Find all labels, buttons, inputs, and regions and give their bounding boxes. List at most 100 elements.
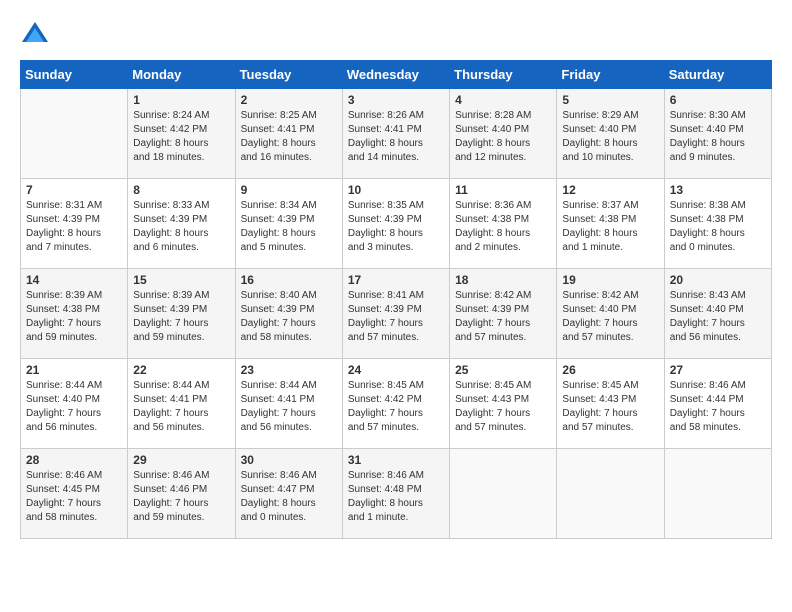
- calendar-cell: 4 Sunrise: 8:28 AM Sunset: 4:40 PM Daylig…: [450, 89, 557, 179]
- day-info: Sunrise: 8:46 AM Sunset: 4:44 PM Dayligh…: [670, 379, 766, 435]
- weekday-header-cell: Monday: [128, 61, 235, 89]
- calendar-cell: 27Sunrise: 8:46 AM Sunset: 4:44 PM Dayli…: [664, 359, 771, 449]
- weekday-header-cell: Saturday: [664, 61, 771, 89]
- weekday-header-cell: Wednesday: [342, 61, 449, 89]
- day-number: 22: [133, 363, 229, 377]
- calendar-cell: 2Sunrise: 8:25 AM Sunset: 4:41 PM Daylig…: [235, 89, 342, 179]
- day-number: 4: [455, 93, 551, 107]
- day-number: 18: [455, 273, 551, 287]
- day-info: Sunrise: 8:30 AM Sunset: 4:40 PM Dayligh…: [670, 109, 766, 165]
- calendar-cell: 1 Sunrise: 8:24 AM Sunset: 4:42 PM Daylig…: [128, 89, 235, 179]
- day-number: 29: [133, 453, 229, 467]
- calendar-cell: 12Sunrise: 8:37 AM Sunset: 4:38 PM Dayli…: [557, 179, 664, 269]
- calendar-cell: 13 Sunrise: 8:38 AM Sunset: 4:38 PM Dayli…: [664, 179, 771, 269]
- calendar-cell: 29 Sunrise: 8:46 AM Sunset: 4:46 PM Dayli…: [128, 449, 235, 539]
- day-info: Sunrise: 8:44 AM Sunset: 4:41 PM Dayligh…: [133, 379, 229, 435]
- calendar-week-row: 14 Sunrise: 8:39 AM Sunset: 4:38 PM Dayli…: [21, 269, 772, 359]
- day-info: Sunrise: 8:28 AM Sunset: 4:40 PM Dayligh…: [455, 109, 551, 165]
- day-info: Sunrise: 8:38 AM Sunset: 4:38 PM Dayligh…: [670, 199, 766, 255]
- day-number: 8: [133, 183, 229, 197]
- calendar-header: SundayMondayTuesdayWednesdayThursdayFrid…: [21, 61, 772, 89]
- day-number: 25: [455, 363, 551, 377]
- day-info: Sunrise: 8:36 AM Sunset: 4:38 PM Dayligh…: [455, 199, 551, 255]
- calendar-cell: [664, 449, 771, 539]
- calendar-cell: 17 Sunrise: 8:41 AM Sunset: 4:39 PM Dayli…: [342, 269, 449, 359]
- calendar-cell: 14 Sunrise: 8:39 AM Sunset: 4:38 PM Dayli…: [21, 269, 128, 359]
- calendar-cell: 10 Sunrise: 8:35 AM Sunset: 4:39 PM Dayli…: [342, 179, 449, 269]
- calendar-cell: 19 Sunrise: 8:42 AM Sunset: 4:40 PM Dayli…: [557, 269, 664, 359]
- day-info: Sunrise: 8:44 AM Sunset: 4:41 PM Dayligh…: [241, 379, 337, 435]
- calendar-cell: 24Sunrise: 8:45 AM Sunset: 4:42 PM Dayli…: [342, 359, 449, 449]
- calendar-cell: [21, 89, 128, 179]
- day-info: Sunrise: 8:46 AM Sunset: 4:47 PM Dayligh…: [241, 469, 337, 525]
- day-number: 10: [348, 183, 444, 197]
- weekday-header-cell: Friday: [557, 61, 664, 89]
- weekday-header-cell: Tuesday: [235, 61, 342, 89]
- day-number: 11: [455, 183, 551, 197]
- weekday-header-cell: Sunday: [21, 61, 128, 89]
- calendar-cell: 8 Sunrise: 8:33 AM Sunset: 4:39 PM Daylig…: [128, 179, 235, 269]
- day-info: Sunrise: 8:42 AM Sunset: 4:39 PM Dayligh…: [455, 289, 551, 345]
- calendar-cell: 30 Sunrise: 8:46 AM Sunset: 4:47 PM Dayli…: [235, 449, 342, 539]
- calendar-cell: 3 Sunrise: 8:26 AM Sunset: 4:41 PM Daylig…: [342, 89, 449, 179]
- calendar-cell: [450, 449, 557, 539]
- calendar-cell: 11 Sunrise: 8:36 AM Sunset: 4:38 PM Dayli…: [450, 179, 557, 269]
- calendar-week-row: 21 Sunrise: 8:44 AM Sunset: 4:40 PM Dayli…: [21, 359, 772, 449]
- calendar-week-row: 28 Sunrise: 8:46 AM Sunset: 4:45 PM Dayli…: [21, 449, 772, 539]
- calendar-week-row: 7Sunrise: 8:31 AM Sunset: 4:39 PM Daylig…: [21, 179, 772, 269]
- day-info: Sunrise: 8:35 AM Sunset: 4:39 PM Dayligh…: [348, 199, 444, 255]
- logo: [20, 20, 54, 50]
- calendar-cell: 5Sunrise: 8:29 AM Sunset: 4:40 PM Daylig…: [557, 89, 664, 179]
- page-header: [20, 20, 772, 50]
- calendar-cell: 16Sunrise: 8:40 AM Sunset: 4:39 PM Dayli…: [235, 269, 342, 359]
- calendar-cell: 22 Sunrise: 8:44 AM Sunset: 4:41 PM Dayli…: [128, 359, 235, 449]
- calendar-cell: 7Sunrise: 8:31 AM Sunset: 4:39 PM Daylig…: [21, 179, 128, 269]
- day-info: Sunrise: 8:44 AM Sunset: 4:40 PM Dayligh…: [26, 379, 122, 435]
- day-number: 17: [348, 273, 444, 287]
- day-number: 16: [241, 273, 337, 287]
- day-number: 21: [26, 363, 122, 377]
- day-info: Sunrise: 8:45 AM Sunset: 4:43 PM Dayligh…: [455, 379, 551, 435]
- day-info: Sunrise: 8:39 AM Sunset: 4:39 PM Dayligh…: [133, 289, 229, 345]
- day-number: 23: [241, 363, 337, 377]
- day-number: 13: [670, 183, 766, 197]
- day-info: Sunrise: 8:26 AM Sunset: 4:41 PM Dayligh…: [348, 109, 444, 165]
- day-info: Sunrise: 8:33 AM Sunset: 4:39 PM Dayligh…: [133, 199, 229, 255]
- calendar-cell: 26Sunrise: 8:45 AM Sunset: 4:43 PM Dayli…: [557, 359, 664, 449]
- day-info: Sunrise: 8:42 AM Sunset: 4:40 PM Dayligh…: [562, 289, 658, 345]
- calendar-cell: 28 Sunrise: 8:46 AM Sunset: 4:45 PM Dayli…: [21, 449, 128, 539]
- day-info: Sunrise: 8:34 AM Sunset: 4:39 PM Dayligh…: [241, 199, 337, 255]
- day-info: Sunrise: 8:37 AM Sunset: 4:38 PM Dayligh…: [562, 199, 658, 255]
- weekday-header-cell: Thursday: [450, 61, 557, 89]
- day-number: 5: [562, 93, 658, 107]
- day-number: 28: [26, 453, 122, 467]
- day-number: 6: [670, 93, 766, 107]
- day-info: Sunrise: 8:25 AM Sunset: 4:41 PM Dayligh…: [241, 109, 337, 165]
- day-number: 15: [133, 273, 229, 287]
- day-info: Sunrise: 8:24 AM Sunset: 4:42 PM Dayligh…: [133, 109, 229, 165]
- calendar-cell: 6 Sunrise: 8:30 AM Sunset: 4:40 PM Daylig…: [664, 89, 771, 179]
- day-number: 14: [26, 273, 122, 287]
- day-number: 31: [348, 453, 444, 467]
- day-info: Sunrise: 8:46 AM Sunset: 4:48 PM Dayligh…: [348, 469, 444, 525]
- day-info: Sunrise: 8:41 AM Sunset: 4:39 PM Dayligh…: [348, 289, 444, 345]
- calendar-cell: 25 Sunrise: 8:45 AM Sunset: 4:43 PM Dayli…: [450, 359, 557, 449]
- day-info: Sunrise: 8:39 AM Sunset: 4:38 PM Dayligh…: [26, 289, 122, 345]
- day-info: Sunrise: 8:31 AM Sunset: 4:39 PM Dayligh…: [26, 199, 122, 255]
- day-number: 30: [241, 453, 337, 467]
- calendar-cell: [557, 449, 664, 539]
- day-number: 3: [348, 93, 444, 107]
- calendar-table: SundayMondayTuesdayWednesdayThursdayFrid…: [20, 60, 772, 539]
- day-number: 9: [241, 183, 337, 197]
- day-info: Sunrise: 8:46 AM Sunset: 4:46 PM Dayligh…: [133, 469, 229, 525]
- calendar-week-row: 1 Sunrise: 8:24 AM Sunset: 4:42 PM Daylig…: [21, 89, 772, 179]
- day-number: 20: [670, 273, 766, 287]
- day-number: 26: [562, 363, 658, 377]
- day-number: 1: [133, 93, 229, 107]
- day-number: 19: [562, 273, 658, 287]
- calendar-cell: 18 Sunrise: 8:42 AM Sunset: 4:39 PM Dayli…: [450, 269, 557, 359]
- day-info: Sunrise: 8:46 AM Sunset: 4:45 PM Dayligh…: [26, 469, 122, 525]
- calendar-cell: 23 Sunrise: 8:44 AM Sunset: 4:41 PM Dayli…: [235, 359, 342, 449]
- calendar-cell: 20Sunrise: 8:43 AM Sunset: 4:40 PM Dayli…: [664, 269, 771, 359]
- logo-icon: [20, 20, 50, 50]
